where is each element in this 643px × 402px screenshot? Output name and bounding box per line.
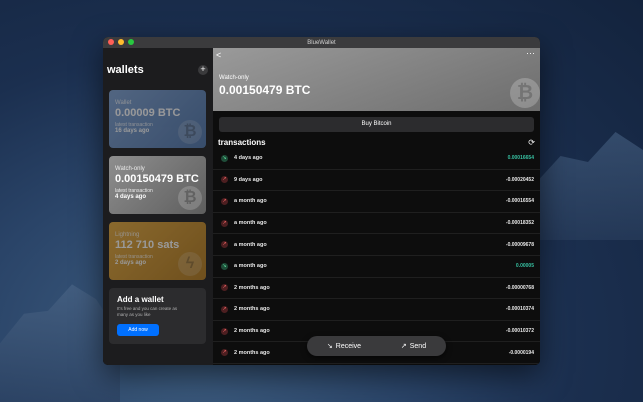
transaction-time: 4 days ago [234,155,263,162]
send-arrow-icon: ↗ [400,343,407,350]
transaction-row[interactable]: ↗ a month ago -0.00018352 [213,213,540,235]
zoom-window-button[interactable] [128,39,134,45]
transaction-amount: -0.00010372 [505,328,534,335]
wallet-balance: 0.00150479 BTC [115,173,199,185]
incoming-arrow-icon: ↘ [221,154,228,162]
outgoing-arrow-icon: ↗ [221,305,228,313]
wallet-balance: 0.00150479 BTC [219,83,311,97]
transaction-time: a month ago [234,198,267,205]
app-window: BlueWallet wallets + Wallet 0.00009 BTC … [103,37,540,365]
receive-button[interactable]: ↘ Receive [326,342,362,351]
add-wallet-card: Add a wallet It's free and you can creat… [109,288,206,344]
transaction-amount: -0.00000768 [505,284,534,291]
more-options-icon[interactable]: ··· [526,48,535,58]
receive-label: Receive [335,342,362,350]
transaction-row[interactable]: ↗ a month ago -0.00009678 [213,234,540,256]
outgoing-arrow-icon: ↗ [221,241,228,249]
transaction-amount: 0.00005 [515,263,534,270]
window-controls [108,39,134,45]
wallet-type: Watch-only [115,166,145,172]
transaction-amount: -0.00010374 [505,306,534,313]
transaction-time: 2 months ago [234,328,270,335]
desktop-island-right [533,132,643,240]
wallet-type: Watch-only [219,75,249,81]
add-wallet-title: Add a wallet [117,295,164,304]
outgoing-arrow-icon: ↗ [221,219,228,227]
transaction-amount: -0.00016554 [505,198,534,205]
sidebar-title: wallets [107,63,144,76]
wallet-type: Wallet [115,100,132,106]
bitcoin-icon: ₿ [178,120,202,144]
transaction-row[interactable]: ↗ a month ago -0.00016554 [213,191,540,213]
transactions-title: transactions [218,137,266,147]
buy-bitcoin-button[interactable]: Buy Bitcoin [219,117,534,132]
transaction-row[interactable]: ↗ 9 days ago -0.00020452 [213,170,540,192]
transaction-amount: -0.00018352 [505,220,534,227]
add-wallet-description: It's free and you can create as many as … [117,306,178,317]
transaction-row[interactable]: ↘ a month ago 0.00005 [213,256,540,278]
wallet-card-selected[interactable]: Watch-only 0.00150479 BTC latest transac… [109,156,206,214]
outgoing-arrow-icon: ↗ [221,176,228,184]
incoming-arrow-icon: ↘ [221,262,228,270]
lightning-wallet-card[interactable]: Lightning 112 710 sats latest transactio… [109,222,206,280]
action-bar: ↘ Receive ↗ Send [307,336,446,356]
transaction-time: a month ago [234,220,267,227]
add-wallet-icon[interactable]: + [198,64,208,75]
wallet-balance: 0.00009 BTC [115,107,181,119]
transaction-amount: -0.00020452 [505,176,534,183]
outgoing-arrow-icon: ↗ [221,327,228,335]
outgoing-arrow-icon: ↗ [221,284,228,292]
close-window-button[interactable] [108,39,114,45]
transaction-amount: -0.00009678 [505,241,534,248]
minimize-window-button[interactable] [118,39,124,45]
wallets-sidebar: wallets + Wallet 0.00009 BTC latest tran… [103,48,213,365]
transactions-list: ↘ 4 days ago 0.00016654 ↗ 9 days ago -0.00020… [213,148,540,364]
desktop-island [0,284,120,402]
wallet-balance: 112 710 sats [115,239,180,251]
title-bar: BlueWallet [103,37,540,48]
transaction-time: 2 months ago [234,306,270,313]
window-title: BlueWallet [307,39,336,46]
bitcoin-icon: ₿ [510,78,540,108]
send-label: Send [409,342,427,350]
wallet-header: < ··· Watch-only 0.00150479 BTC ₿ [213,48,540,111]
transaction-time: a month ago [234,263,267,270]
transaction-row[interactable]: ↗ 2 months ago -0.00000768 [213,278,540,300]
bitcoin-icon: ₿ [178,186,202,210]
add-now-button[interactable]: Add now [117,324,159,336]
outgoing-arrow-icon: ↗ [221,349,228,357]
transaction-amount: -0.0000194 [508,349,534,356]
transaction-time: a month ago [234,241,267,248]
transaction-row[interactable]: ↘ 4 days ago 0.00016654 [213,148,540,170]
refresh-icon[interactable]: ⟳ [528,138,535,147]
outgoing-arrow-icon: ↗ [221,197,228,205]
send-button[interactable]: ↗ Send [400,342,427,351]
receive-arrow-icon: ↘ [326,343,333,350]
transaction-row[interactable]: ↗ 2 months ago -0.00010374 [213,299,540,321]
wallet-card[interactable]: Wallet 0.00009 BTC latest transaction 16… [109,90,206,148]
transaction-time: 9 days ago [234,176,263,183]
transaction-amount: 0.00016654 [507,155,534,162]
wallet-detail: < ··· Watch-only 0.00150479 BTC ₿ Buy Bi… [213,48,540,365]
back-icon[interactable]: < [216,50,221,60]
lightning-icon: ϟ [178,252,202,276]
transaction-time: 2 months ago [234,284,270,291]
wallet-type: Lightning [115,232,140,238]
